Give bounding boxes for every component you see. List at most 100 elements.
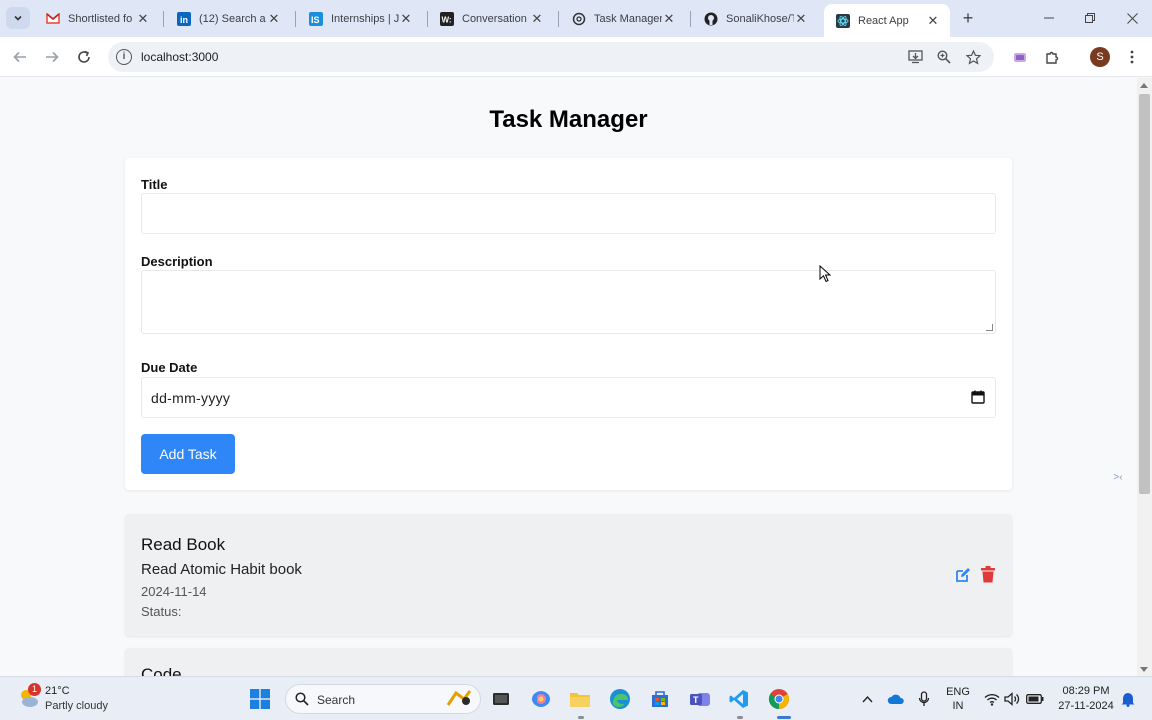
- zoom-icon[interactable]: [935, 48, 953, 66]
- resize-handle-icon[interactable]: [986, 324, 993, 331]
- tab-react-app[interactable]: React App ✕: [824, 4, 950, 37]
- onedrive-button[interactable]: [884, 687, 908, 711]
- tab-conversation[interactable]: W: Conversation ✕: [428, 4, 554, 33]
- teams-icon: T: [690, 693, 710, 706]
- restore-icon: [1085, 13, 1095, 23]
- scroll-up-arrow-icon[interactable]: [1140, 83, 1148, 88]
- calendar-icon[interactable]: [971, 390, 985, 404]
- page-title: Task Manager: [489, 106, 648, 133]
- tab-divider: [295, 11, 296, 27]
- task-description: Read Atomic Habit book: [141, 561, 302, 578]
- close-icon[interactable]: ✕: [530, 11, 544, 26]
- linkedin-icon: in: [177, 11, 191, 26]
- bookmark-star-icon[interactable]: [964, 48, 982, 66]
- add-task-button[interactable]: Add Task: [141, 434, 235, 474]
- back-button[interactable]: [9, 46, 31, 68]
- vscode-button[interactable]: [727, 687, 751, 711]
- restore-button[interactable]: [1075, 6, 1105, 30]
- tab-internshala[interactable]: IS Internships | J ✕: [297, 4, 423, 33]
- copilot-button[interactable]: [529, 687, 553, 711]
- edit-icon[interactable]: [955, 567, 971, 583]
- tab-title: Task Manager: [594, 12, 662, 25]
- task-view-button[interactable]: [489, 687, 513, 711]
- windows-logo-icon: [250, 689, 270, 709]
- internshala-icon: IS: [309, 11, 323, 26]
- tab-search-button[interactable]: [6, 7, 30, 29]
- show-hidden-icons-button[interactable]: [855, 687, 879, 711]
- minimize-button[interactable]: [1034, 6, 1064, 30]
- extensions-puzzle-icon[interactable]: [1041, 46, 1063, 68]
- tab-divider: [558, 11, 559, 27]
- notification-badge: 1: [28, 683, 41, 696]
- sidebar-toggle-icon[interactable]: >‹: [1106, 472, 1130, 490]
- tab-linkedin[interactable]: in (12) Search a ✕: [165, 4, 291, 33]
- clock-time[interactable]: 08:29 PM: [1054, 685, 1118, 697]
- extension-app-icon[interactable]: [1009, 46, 1031, 68]
- taskbar-search[interactable]: Search: [285, 684, 481, 714]
- forward-button[interactable]: [41, 46, 63, 68]
- search-highlight-icon: [446, 690, 472, 706]
- close-icon[interactable]: ✕: [136, 11, 150, 26]
- chevron-down-icon: [14, 15, 22, 21]
- tab-github[interactable]: SonaliKhose/T ✕: [692, 4, 818, 33]
- folder-icon: [570, 693, 590, 707]
- start-button[interactable]: [248, 687, 272, 711]
- close-window-button[interactable]: [1117, 6, 1147, 30]
- scroll-thumb[interactable]: [1139, 94, 1150, 494]
- language-indicator[interactable]: ENG: [944, 686, 972, 698]
- task-card: Code: [125, 648, 1012, 676]
- new-tab-button[interactable]: +: [958, 9, 978, 29]
- tab-gmail[interactable]: Shortlisted fo ✕: [34, 4, 160, 33]
- tab-title: React App: [858, 14, 909, 27]
- teams-button[interactable]: T: [688, 687, 712, 711]
- task-card: Read Book Read Atomic Habit book 2024-11…: [125, 514, 1012, 636]
- install-app-icon[interactable]: [906, 48, 924, 66]
- description-textarea[interactable]: [141, 270, 996, 334]
- page-scrollbar[interactable]: [1137, 78, 1152, 676]
- search-label: Search: [317, 693, 356, 707]
- tab-task-manager[interactable]: Task Manager ✕: [560, 4, 686, 33]
- title-label: Title: [141, 177, 168, 192]
- store-button[interactable]: [648, 687, 672, 711]
- address-bar[interactable]: i localhost:3000: [108, 42, 994, 72]
- svg-text:in: in: [180, 15, 188, 25]
- weather-description[interactable]: Partly cloudy: [45, 700, 108, 712]
- notifications-button[interactable]: [1116, 687, 1140, 711]
- close-icon[interactable]: ✕: [267, 11, 281, 26]
- title-input[interactable]: [141, 193, 996, 234]
- profile-avatar[interactable]: S: [1090, 47, 1110, 67]
- chrome-button[interactable]: [767, 687, 791, 711]
- microphone-icon: [918, 691, 930, 706]
- close-icon[interactable]: ✕: [794, 11, 808, 26]
- tab-title: Shortlisted fo: [68, 12, 133, 25]
- microphone-button[interactable]: [912, 687, 936, 711]
- close-icon[interactable]: ✕: [926, 13, 940, 28]
- tab-title: Internships | J: [331, 12, 399, 25]
- svg-text:IS: IS: [311, 15, 320, 25]
- edge-button[interactable]: [608, 687, 632, 711]
- speaker-icon: [1004, 692, 1020, 706]
- tab-title: Conversation: [462, 12, 527, 25]
- edge-icon: [610, 689, 630, 709]
- trash-icon[interactable]: [980, 566, 996, 583]
- site-info-icon[interactable]: i: [116, 49, 132, 65]
- reload-button[interactable]: [73, 46, 95, 68]
- volume-button[interactable]: [1000, 687, 1024, 711]
- search-icon: [295, 692, 309, 706]
- browser-menu-icon[interactable]: [1121, 46, 1143, 68]
- scroll-down-arrow-icon[interactable]: [1140, 667, 1148, 672]
- page-viewport: Task Manager Title Description Due Date …: [0, 78, 1137, 676]
- running-indicator: [737, 716, 743, 719]
- active-app-indicator: [777, 716, 791, 719]
- file-explorer-button[interactable]: [568, 687, 592, 711]
- minimize-icon: [1044, 17, 1054, 19]
- due-date-input[interactable]: dd-mm-yyyy: [141, 377, 996, 418]
- weather-temperature[interactable]: 21°C: [45, 685, 70, 697]
- close-icon[interactable]: ✕: [662, 11, 676, 26]
- close-icon[interactable]: ✕: [399, 11, 413, 26]
- battery-button[interactable]: [1023, 687, 1047, 711]
- task-title: Code: [141, 665, 182, 676]
- reload-icon: [78, 50, 90, 63]
- clock-date[interactable]: 27-11-2024: [1054, 700, 1118, 712]
- chrome-icon: [768, 689, 790, 710]
